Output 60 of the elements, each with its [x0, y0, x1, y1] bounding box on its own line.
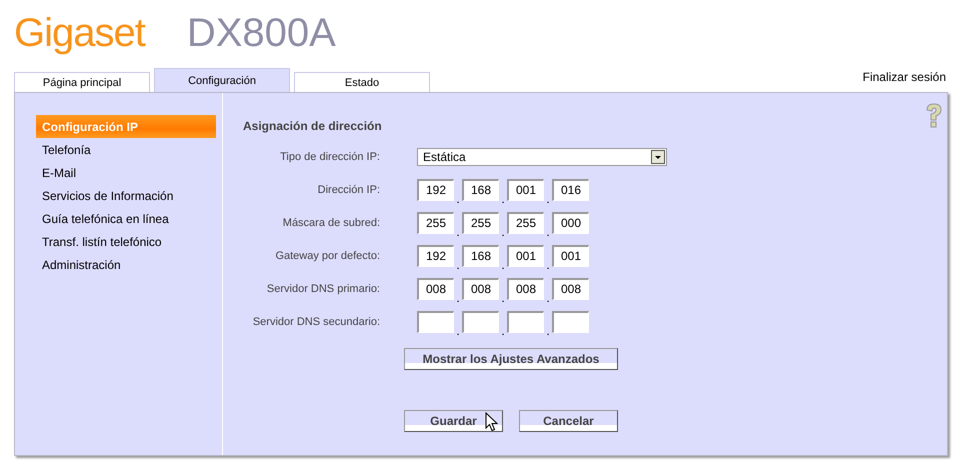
octet-field[interactable]: 008	[462, 278, 499, 300]
octet-separator: .	[455, 258, 461, 272]
section-title: Asignación de dirección	[243, 119, 383, 133]
octet-separator: .	[545, 291, 551, 305]
octet-separator: .	[545, 324, 551, 338]
octet-separator: .	[500, 192, 506, 206]
logout-link[interactable]: Finalizar sesión	[862, 70, 946, 88]
field-label: Dirección IP:	[316, 184, 380, 196]
octet-field[interactable]: 255	[507, 212, 544, 234]
ip-type-select[interactable]: Estática	[417, 148, 667, 166]
octet-separator: .	[545, 192, 551, 206]
tab[interactable]: Estado	[294, 72, 430, 92]
octet-field[interactable]: 000	[552, 212, 589, 234]
octet-separator: .	[455, 192, 461, 206]
octet-field[interactable]: 255	[462, 212, 499, 234]
octet-separator: .	[545, 258, 551, 272]
brand-logo: Gigaset	[14, 10, 145, 56]
cursor-icon	[485, 412, 498, 432]
save-button[interactable]: Guardar	[404, 410, 503, 432]
octet-field[interactable]	[417, 310, 454, 332]
octet-separator: .	[500, 258, 506, 272]
field-label: Gateway por defecto:	[274, 250, 380, 262]
sidebar-item[interactable]: Servicios de Información	[36, 184, 216, 207]
sidebar-item[interactable]: Transf. listín telefónico	[36, 230, 216, 253]
sidebar-item[interactable]: Administración	[36, 253, 216, 276]
octet-separator: .	[545, 225, 551, 239]
octet-separator: .	[500, 324, 506, 338]
field-label: Máscara de subred:	[282, 216, 380, 228]
octet-field[interactable]	[507, 310, 544, 332]
octet-field[interactable]: 192	[417, 244, 454, 266]
octet-separator: .	[500, 291, 506, 305]
octet-field[interactable]	[462, 310, 499, 332]
octet-separator: .	[500, 225, 506, 239]
field-label: Tipo de dirección IP:	[279, 150, 380, 162]
octet-field[interactable]: 255	[417, 212, 454, 234]
octet-field[interactable]: 192	[417, 178, 454, 200]
octet-field[interactable]: 008	[552, 278, 589, 300]
cancel-button[interactable]: Cancelar	[519, 410, 618, 432]
field-label: Servidor DNS primario:	[266, 282, 380, 294]
help-icon[interactable]	[925, 103, 943, 129]
octet-separator: .	[455, 225, 461, 239]
octet-field[interactable]: 001	[507, 178, 544, 200]
octet-field[interactable]	[552, 310, 589, 332]
octet-field[interactable]: 168	[462, 178, 499, 200]
octet-field[interactable]: 008	[417, 278, 454, 300]
sidebar-item[interactable]: E-Mail	[36, 161, 216, 184]
advanced-settings-button[interactable]: Mostrar los Ajustes Avanzados	[404, 348, 618, 370]
octet-field[interactable]: 168	[462, 244, 499, 266]
octet-field[interactable]: 001	[507, 244, 544, 266]
octet-separator: .	[455, 291, 461, 305]
sidebar-item[interactable]: Telefonía	[36, 138, 216, 161]
tab[interactable]: Configuración	[154, 68, 290, 92]
octet-field[interactable]: 001	[552, 244, 589, 266]
octet-field[interactable]: 016	[552, 178, 589, 200]
sidebar-item[interactable]: Guía telefónica en línea	[36, 207, 216, 230]
model-name: DX800A	[186, 10, 336, 56]
tab[interactable]: Página principal	[14, 72, 150, 92]
field-label: Servidor DNS secundario:	[252, 316, 380, 328]
octet-field[interactable]: 008	[507, 278, 544, 300]
octet-separator: .	[455, 324, 461, 338]
